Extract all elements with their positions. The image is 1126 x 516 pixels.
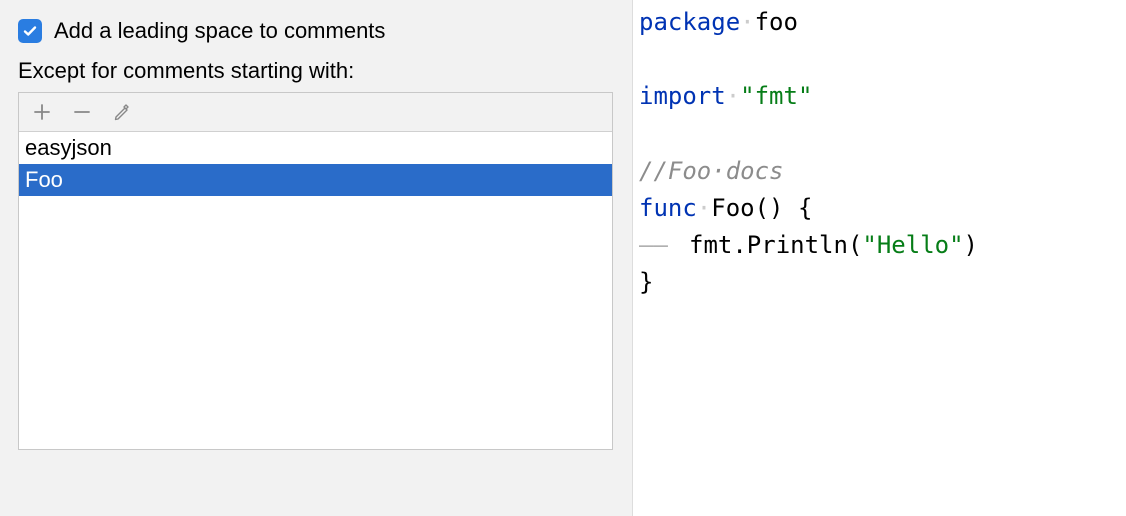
code-line [639,116,1116,153]
leading-space-checkbox[interactable] [18,19,42,43]
code-line: } [639,264,1116,301]
pencil-icon [112,102,132,122]
code-line: import·"fmt" [639,78,1116,115]
list-item[interactable]: Foo [19,164,612,196]
minus-icon [72,102,92,122]
list-body[interactable]: easyjsonFoo [19,132,612,449]
code-line: package·foo [639,4,1116,41]
remove-button[interactable] [71,101,93,123]
code-line: ——fmt.Println("Hello") [639,227,1116,264]
list-item[interactable]: easyjson [19,132,612,164]
code-line: func·Foo() { [639,190,1116,227]
plus-icon [32,102,52,122]
code-preview: package·foo import·"fmt" //Foo·docsfunc·… [633,0,1126,516]
settings-panel: Add a leading space to comments Except f… [0,0,633,516]
exceptions-list: easyjsonFoo [18,92,613,450]
leading-space-label: Add a leading space to comments [54,18,385,44]
checkmark-icon [22,23,38,39]
code-line [639,41,1116,78]
list-toolbar [19,93,612,132]
edit-button[interactable] [111,101,133,123]
add-button[interactable] [31,101,53,123]
leading-space-option: Add a leading space to comments [18,18,622,44]
code-line: //Foo·docs [639,153,1116,190]
except-label: Except for comments starting with: [18,58,622,84]
